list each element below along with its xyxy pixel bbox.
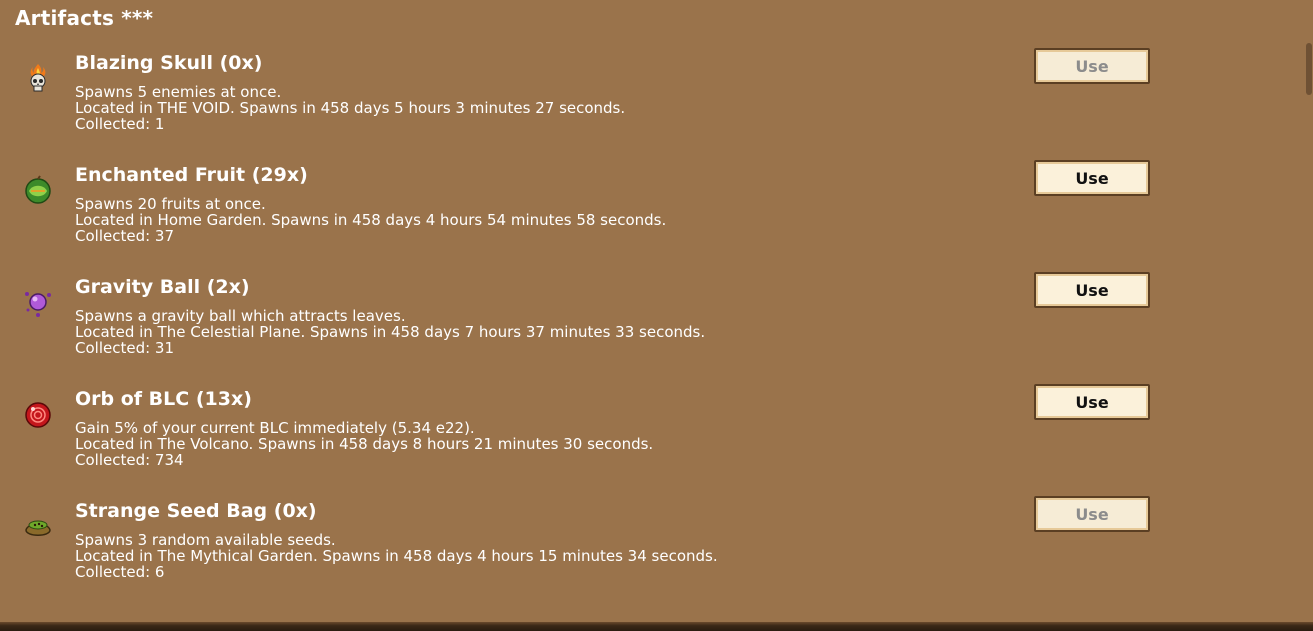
enchanted-fruit-icon [22,174,54,206]
orb-of-blc-icon [22,398,54,430]
artifact-collected: Collected: 734 [75,451,184,469]
artifact-description: Spawns 5 enemies at once. [75,83,282,101]
use-button-orb-of-blc[interactable]: Use [1034,384,1150,420]
use-button-gravity-ball[interactable]: Use [1034,272,1150,308]
artifact-description: Spawns a gravity ball which attracts lea… [75,307,406,325]
artifact-name: Orb of BLC (13x) [75,388,252,410]
artifact-location: Located in Home Garden. Spawns in 458 da… [75,211,667,229]
artifact-location: Located in THE VOID. Spawns in 458 days … [75,99,626,117]
artifact-collected: Collected: 37 [75,227,175,245]
artifact-description: Spawns 3 random available seeds. [75,531,336,549]
artifact-collected: Collected: 6 [75,563,165,581]
artifact-name: Strange Seed Bag (0x) [75,500,317,522]
artifact-name: Gravity Ball (2x) [75,276,250,298]
gravity-ball-icon [22,286,54,318]
bottom-border [0,622,1313,631]
artifact-description: Gain 5% of your current BLC immediately … [75,419,475,437]
artifact-name: Blazing Skull (0x) [75,52,263,74]
strange-seed-bag-icon [22,510,54,542]
artifacts-panel: Artifacts *** Blazing Skull (0x) Spawns … [0,0,1313,622]
use-button-enchanted-fruit[interactable]: Use [1034,160,1150,196]
artifact-name: Enchanted Fruit (29x) [75,164,308,186]
artifact-location: Located in The Mythical Garden. Spawns i… [75,547,718,565]
panel-title: Artifacts *** [15,6,154,30]
artifact-row-enchanted-fruit: Enchanted Fruit (29x) Spawns 20 fruits a… [0,160,1313,276]
artifact-row-strange-seed-bag: Strange Seed Bag (0x) Spawns 3 random av… [0,496,1313,612]
artifact-location: Located in The Celestial Plane. Spawns i… [75,323,706,341]
artifact-row-orb-of-blc: Orb of BLC (13x) Gain 5% of your current… [0,384,1313,500]
artifact-collected: Collected: 31 [75,339,175,357]
scrollbar[interactable] [1306,43,1312,95]
artifact-row-gravity-ball: Gravity Ball (2x) Spawns a gravity ball … [0,272,1313,388]
artifact-description: Spawns 20 fruits at once. [75,195,266,213]
artifact-location: Located in The Volcano. Spawns in 458 da… [75,435,654,453]
artifact-collected: Collected: 1 [75,115,165,133]
use-button-blazing-skull[interactable]: Use [1034,48,1150,84]
artifact-row-blazing-skull: Blazing Skull (0x) Spawns 5 enemies at o… [0,48,1313,164]
use-button-strange-seed-bag[interactable]: Use [1034,496,1150,532]
blazing-skull-icon [22,62,54,94]
